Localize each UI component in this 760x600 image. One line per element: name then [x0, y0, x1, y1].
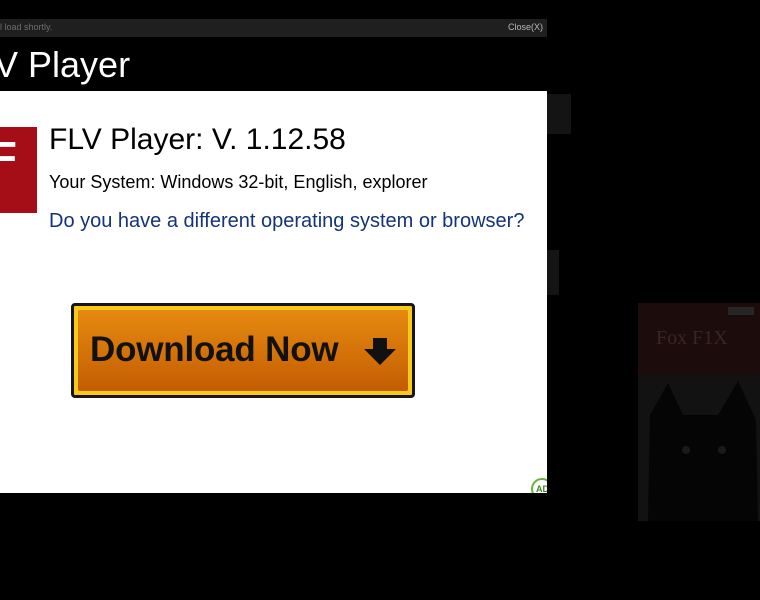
- cat-silhouette-image: [638, 375, 760, 521]
- dialog-headline: FLV Player: V. 1.12.58: [49, 123, 346, 156]
- background-video-thumbnail[interactable]: Fox F1X: [638, 303, 760, 521]
- thumbnail-title: Fox F1X: [656, 327, 728, 349]
- close-button[interactable]: Close(X): [508, 22, 543, 32]
- background-element: [547, 250, 559, 295]
- system-info-text: Your System: Windows 32-bit, English, ex…: [49, 172, 428, 192]
- ad-choices-icon[interactable]: AD: [531, 478, 547, 493]
- app-logo-letter: F: [0, 133, 17, 182]
- app-logo-icon: F: [0, 127, 37, 213]
- download-dialog: F FLV Player: V. 1.12.58 Your System: Wi…: [0, 91, 547, 493]
- thumbnail-badge: [728, 307, 754, 315]
- download-now-button[interactable]: Download Now: [71, 303, 415, 398]
- download-button-label: Download Now: [90, 330, 339, 369]
- overlay-title: V Player: [0, 44, 131, 85]
- download-button-face: Download Now: [78, 310, 408, 391]
- down-arrow-icon: [364, 338, 396, 365]
- background-element: [547, 94, 571, 134]
- overlay-status-bar: l load shortly. Close(X): [0, 19, 547, 37]
- loading-text: l load shortly.: [0, 22, 53, 32]
- other-os-link[interactable]: Do you have a different operating system…: [49, 210, 524, 233]
